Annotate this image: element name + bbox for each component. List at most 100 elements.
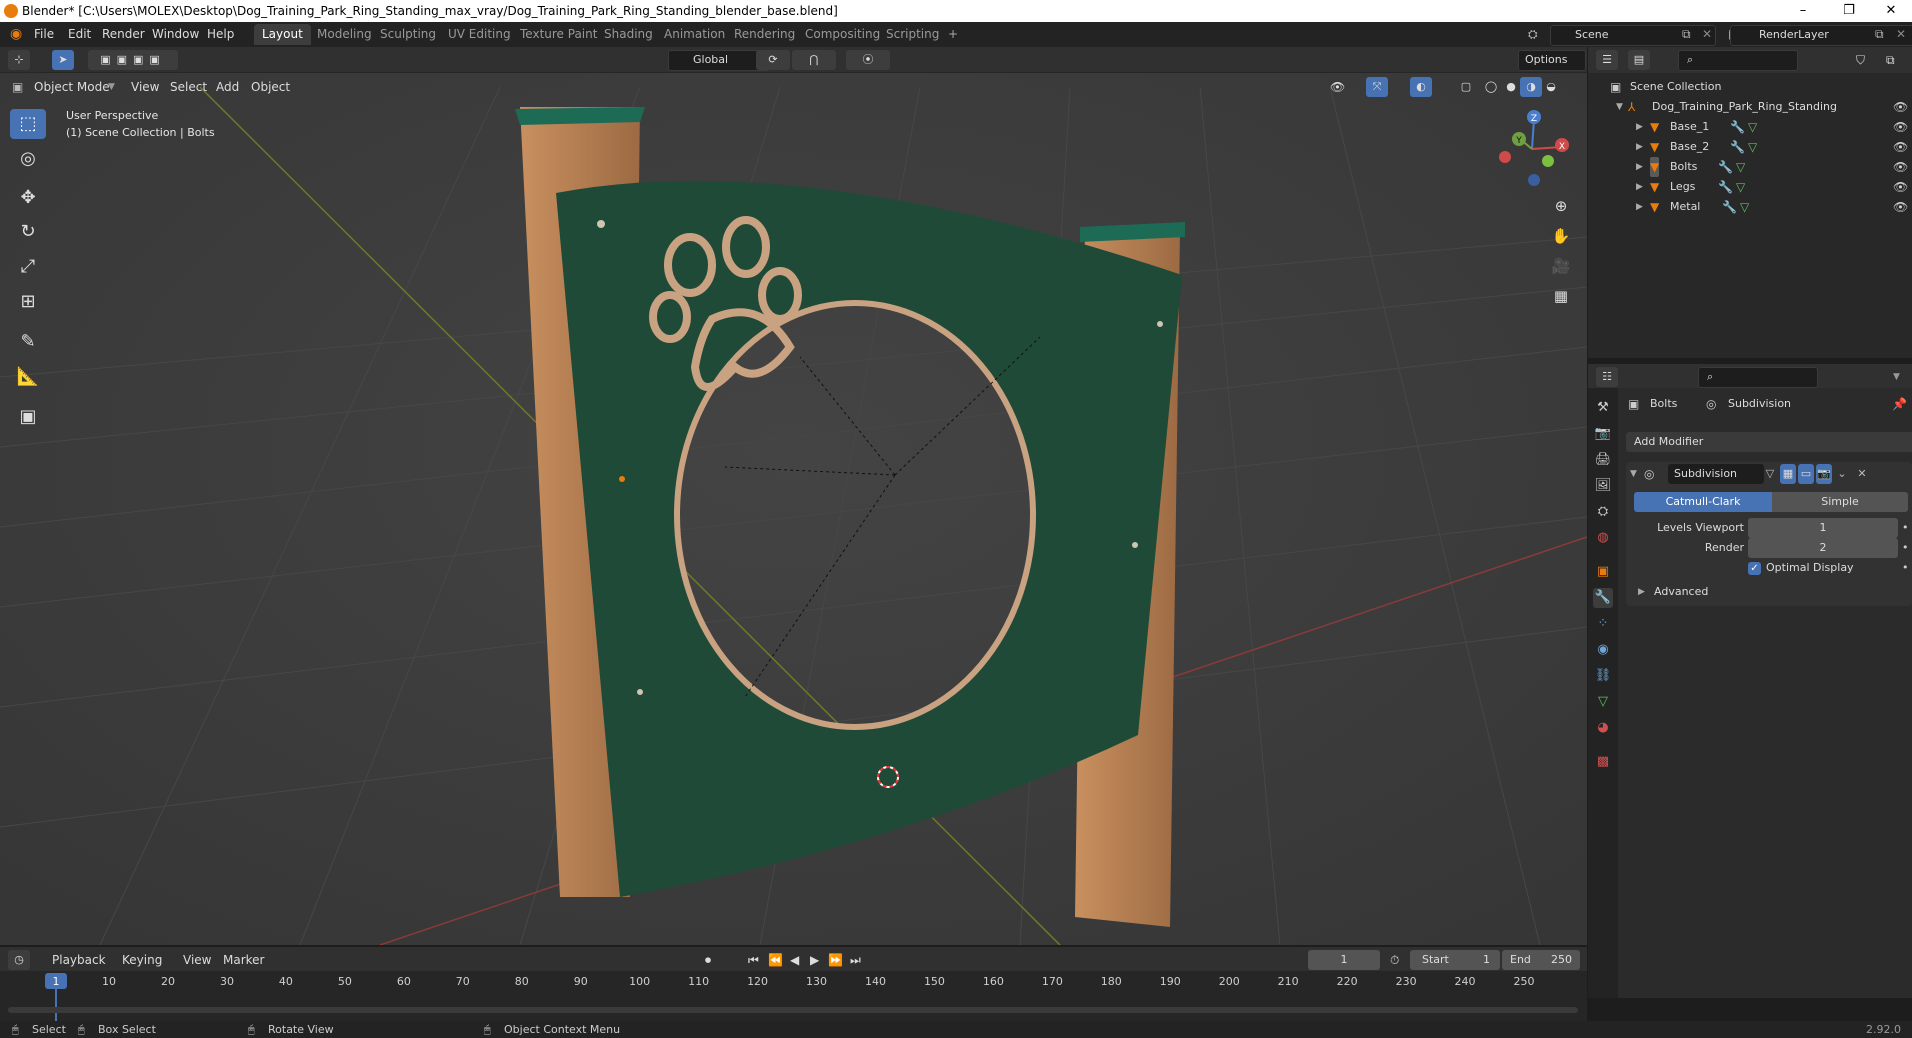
outliner-object-base2[interactable]: ▶ ▼ Base_2 🔧 ▽ 👁 bbox=[1588, 137, 1912, 157]
tab-texture-paint[interactable]: Texture Paint bbox=[512, 24, 605, 45]
next-keyframe-button[interactable]: ⏩ bbox=[828, 950, 843, 970]
optimal-display-checkbox[interactable]: ✓ bbox=[1748, 562, 1761, 575]
chevron-down-icon[interactable]: ▼ bbox=[1893, 367, 1900, 387]
play-reverse-button[interactable]: ◀ bbox=[790, 950, 799, 970]
jump-end-button[interactable]: ⏭ bbox=[850, 950, 861, 970]
outliner-object-metal[interactable]: ▶ ▼ Metal 🔧 ▽ 👁 bbox=[1588, 197, 1912, 217]
shading-rendered-button[interactable]: ◒ bbox=[1540, 77, 1562, 97]
advanced-subpanel[interactable]: Advanced bbox=[1654, 582, 1708, 602]
collapse-down-icon[interactable]: ▼ bbox=[1630, 464, 1637, 484]
collapse-right-icon[interactable]: ▶ bbox=[1638, 582, 1645, 602]
expand-right-icon[interactable]: ▶ bbox=[1636, 137, 1643, 157]
shading-wireframe-button[interactable]: ◯ bbox=[1480, 77, 1502, 97]
outliner-object-base1[interactable]: ▶ ▼ Base_1 🔧 ▽ 👁 bbox=[1588, 117, 1912, 137]
edit-mode-toggle-icon[interactable]: ▽ bbox=[1762, 464, 1778, 484]
view-layer-tab-icon[interactable]: 🖼 bbox=[1593, 476, 1613, 496]
display-mode-button[interactable]: ▤ bbox=[1628, 50, 1650, 70]
material-tab-icon[interactable]: ◕ bbox=[1593, 718, 1613, 738]
measure-tool[interactable]: 📐 bbox=[10, 362, 46, 392]
menu-keying[interactable]: Keying bbox=[122, 950, 162, 970]
scene-tab-icon[interactable]: ⛭ bbox=[1593, 502, 1613, 522]
menu-file[interactable]: File bbox=[34, 22, 54, 47]
remove-scene-icon[interactable]: ✕ bbox=[1702, 22, 1712, 47]
outliner-scene-collection[interactable]: ▣ Scene Collection bbox=[1588, 77, 1912, 97]
xray-toggle-button[interactable]: ▢ bbox=[1455, 77, 1477, 97]
3d-viewport[interactable]: Z X Y User Perspective (1) Scene Collect… bbox=[0, 47, 1587, 945]
particles-tab-icon[interactable]: ⁘ bbox=[1593, 614, 1613, 634]
stopwatch-icon[interactable]: ⏱ bbox=[1390, 950, 1399, 970]
keyframe-dot-icon[interactable]: • bbox=[1902, 558, 1909, 578]
zoom-button[interactable]: ⊕ bbox=[1548, 193, 1574, 219]
constraints-tab-icon[interactable]: ⛓ bbox=[1593, 666, 1613, 686]
modifier-tab-icon[interactable]: 🔧 bbox=[1593, 588, 1613, 608]
render-tab-icon[interactable]: 📷 bbox=[1593, 424, 1613, 444]
blender-menu-icon[interactable]: ◉ bbox=[10, 22, 22, 47]
levels-viewport-field[interactable]: 1 bbox=[1748, 518, 1898, 538]
menu-help[interactable]: Help bbox=[207, 22, 234, 47]
transform-orientation-dropdown[interactable]: Global bbox=[668, 50, 770, 71]
end-frame-field[interactable]: End 250 bbox=[1502, 950, 1580, 970]
move-tool[interactable]: ✥ bbox=[10, 183, 46, 213]
menu-object[interactable]: Object bbox=[251, 77, 290, 97]
select-box-tool[interactable]: ⬚ bbox=[10, 109, 46, 139]
record-button[interactable]: ⏺ bbox=[705, 950, 711, 970]
menu-edit[interactable]: Edit bbox=[68, 22, 91, 47]
add-workspace-button[interactable]: + bbox=[940, 24, 966, 45]
data-tab-icon[interactable]: ▽ bbox=[1593, 692, 1613, 712]
outliner-collection-row[interactable]: ▼ ⅄ Dog_Training_Park_Ring_Standing 👁 bbox=[1588, 97, 1912, 117]
outliner-object-bolts[interactable]: ▶ ▼ Bolts 🔧 ▽ 👁 bbox=[1588, 157, 1912, 177]
outliner-editor-type-button[interactable]: ☰ bbox=[1596, 50, 1618, 70]
ortho-toggle-button[interactable]: ▦ bbox=[1548, 283, 1574, 309]
selection-modes[interactable]: ▣▣▣▣ bbox=[88, 50, 178, 70]
simple-button[interactable]: Simple bbox=[1772, 492, 1908, 512]
timeline-panel[interactable]: 1 10 20 30 40 50 60 70 80 90 100 110 120 130 140 150 160… bbox=[0, 971, 1587, 1021]
render-layer-field[interactable]: RenderLayer bbox=[1730, 25, 1912, 46]
visibility-eye-icon[interactable]: 👁 bbox=[1893, 137, 1908, 157]
timeline-editor-type-button[interactable]: ◷ bbox=[8, 950, 30, 970]
render-toggle-icon[interactable]: 📷 bbox=[1816, 464, 1832, 484]
outliner-object-legs[interactable]: ▶ ▼ Legs 🔧 ▽ 👁 bbox=[1588, 177, 1912, 197]
shading-material-button[interactable]: ◑ bbox=[1520, 77, 1542, 97]
expand-down-icon[interactable]: ▼ bbox=[1616, 97, 1623, 117]
tab-compositing[interactable]: Compositing bbox=[797, 24, 888, 45]
modifier-name-input[interactable]: Subdivision bbox=[1668, 464, 1764, 484]
remove-layer-icon[interactable]: ✕ bbox=[1896, 22, 1906, 47]
menu-playback[interactable]: Playback bbox=[52, 950, 106, 970]
prev-keyframe-button[interactable]: ⏪ bbox=[768, 950, 783, 970]
outliner-search-input[interactable]: ⌕ bbox=[1678, 50, 1798, 71]
tab-layout[interactable]: Layout bbox=[254, 24, 311, 45]
add-cube-tool[interactable]: ▣ bbox=[10, 402, 46, 432]
tab-rendering[interactable]: Rendering bbox=[726, 24, 803, 45]
keyframe-dot-icon[interactable]: • bbox=[1902, 518, 1909, 538]
editor-type-button[interactable]: ⊹ bbox=[8, 50, 30, 70]
scale-tool[interactable]: ⤢ bbox=[10, 252, 46, 282]
menu-timeline-view[interactable]: View bbox=[183, 950, 211, 970]
new-layer-icon[interactable]: ⧉ bbox=[1875, 22, 1884, 47]
menu-select[interactable]: Select bbox=[170, 77, 207, 97]
select-mode-button[interactable]: ➤ bbox=[52, 50, 74, 70]
minimize-button[interactable]: – bbox=[1780, 0, 1826, 22]
properties-search-input[interactable]: ⌕ bbox=[1698, 367, 1818, 388]
expand-right-icon[interactable]: ▶ bbox=[1636, 177, 1643, 197]
filter-icon[interactable]: ⛉ bbox=[1856, 50, 1865, 70]
close-button[interactable]: ✕ bbox=[1868, 0, 1912, 22]
current-frame-field[interactable]: 1 bbox=[1308, 950, 1380, 970]
texture-tab-icon[interactable]: ▩ bbox=[1593, 752, 1613, 772]
timeline-scrollbar[interactable] bbox=[8, 1007, 1578, 1013]
pin-icon[interactable]: 📌 bbox=[1892, 394, 1907, 414]
gizmo-toggle-button[interactable]: ⤧ bbox=[1366, 77, 1388, 97]
camera-view-button[interactable]: 🎥 bbox=[1548, 253, 1574, 279]
keyframe-dot-icon[interactable]: • bbox=[1902, 538, 1909, 558]
tab-sculpting[interactable]: Sculpting bbox=[372, 24, 444, 45]
new-scene-icon[interactable]: ⧉ bbox=[1682, 22, 1691, 47]
transform-tool[interactable]: ⊞ bbox=[10, 287, 46, 317]
tab-uv-editing[interactable]: UV Editing bbox=[440, 24, 519, 45]
menu-view[interactable]: View bbox=[131, 77, 159, 97]
tool-tab-icon[interactable]: ⚒ bbox=[1593, 398, 1613, 418]
visibility-icon[interactable]: 👁 bbox=[1330, 77, 1345, 97]
expand-right-icon[interactable]: ▶ bbox=[1636, 117, 1643, 137]
expand-right-icon[interactable]: ▶ bbox=[1636, 197, 1643, 217]
visibility-eye-icon[interactable]: 👁 bbox=[1893, 117, 1908, 137]
remove-modifier-icon[interactable]: ✕ bbox=[1854, 464, 1870, 484]
maximize-button[interactable]: ❐ bbox=[1826, 0, 1872, 22]
